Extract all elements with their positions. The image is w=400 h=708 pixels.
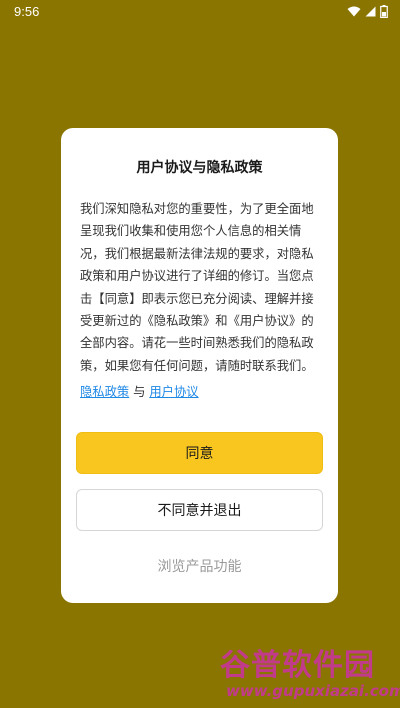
body-line: 策，如果您有任何问题，请随时联系我们。 [80,358,314,373]
body-line: 我们深知隐私对您的重要性，为了更全面地 [80,202,314,216]
wifi-icon [347,6,361,16]
body-line: 呈现我们收集和使用您个人信息的相关情 [80,224,302,239]
policy-links: 隐私政策 与 用户协议 [80,381,325,403]
site-watermark: 谷普软件园 www.gupuxiazai.com [210,640,400,708]
body-line: 受更新过的《隐私政策》和《用户协议》的 [80,314,314,329]
privacy-dialog: 用户协议与隐私政策 我们深知隐私对您的重要性，为了更全面地 呈现我们收集和使用您… [61,128,338,603]
dialog-body: 我们深知隐私对您的重要性，为了更全面地 呈现我们收集和使用您个人信息的相关情 况… [80,198,325,377]
battery-icon [380,4,388,18]
agree-button[interactable]: 同意 [76,432,323,474]
body-line: 击【同意】即表示您已充分阅读、理解并接 [80,291,314,306]
watermark-title: 谷普软件园 [220,648,375,683]
body-line: 况，我们根据最新法律法规的要求，对隐私 [80,246,314,261]
body-line: 政策和用户协议进行了详细的修订。当您点 [80,269,314,284]
watermark-url: www.gupuxiazai.com [226,682,400,700]
body-line: 全部内容。请花一些时间熟悉我们的隐私政 [80,336,314,351]
status-icons [347,4,388,18]
dialog-title: 用户协议与隐私政策 [136,160,263,176]
status-time: 9:56 [14,3,40,19]
status-bar: 9:56 [0,0,400,22]
decline-exit-button[interactable]: 不同意并退出 [76,489,323,531]
signal-icon [365,6,376,16]
user-agreement-link[interactable]: 用户协议 [149,385,198,399]
link-separator: 与 [133,385,146,399]
privacy-policy-link[interactable]: 隐私政策 [80,385,129,399]
browse-features-link[interactable]: 浏览产品功能 [61,556,338,576]
